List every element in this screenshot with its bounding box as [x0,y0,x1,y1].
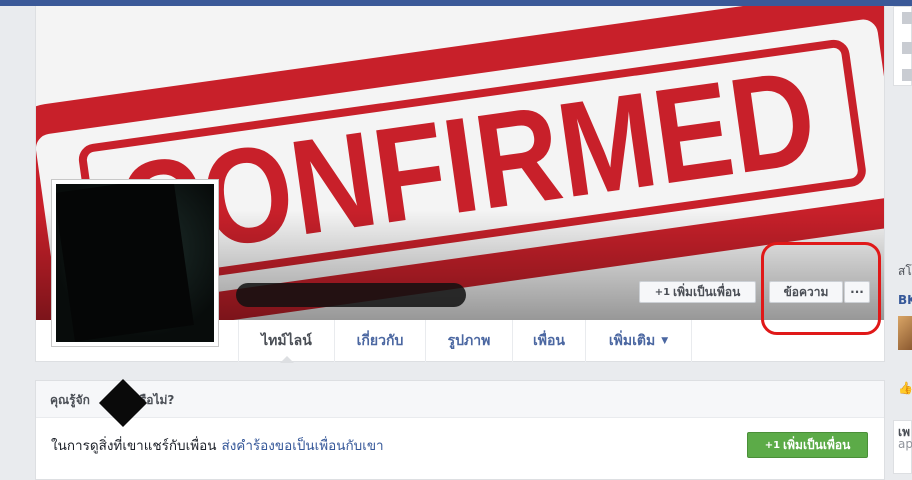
profile-header-card: CONFIRMED +1 เพิ่มเป็นเพื่อน ข้อความ ···… [35,6,885,363]
title-prefix: คุณรู้จัก [50,393,90,407]
tab-label: ไทม์ไลน์ [261,333,312,349]
like-thumb-icon[interactable]: 👍 [898,381,912,395]
profile-image [56,184,214,342]
add-friend-icon: +1 [764,439,781,451]
right-top-box [893,6,912,86]
tab-label: เพื่อน [533,333,565,349]
add-friend-label: เพิ่มเป็นเพื่อน [783,437,851,452]
profile-name-redacted [236,283,466,307]
add-friend-label: เพิ่มเป็นเพื่อน [673,284,741,299]
right-label: สโ [898,264,912,278]
friend-request-prompt: ในการดูสิ่งที่เขาแชร์กับเพื่อน ส่งคำร้องข… [51,434,384,456]
add-friend-icon: +1 [654,286,671,298]
tab-timeline[interactable]: ไทม์ไลน์ [238,320,334,363]
profile-tabs: ไทม์ไลน์ เกี่ยวกับ รูปภาพ เพื่อน เพิ่มเต… [238,320,692,363]
tab-photos[interactable]: รูปภาพ [425,320,512,362]
right-mini-block [902,12,912,24]
add-friend-button[interactable]: +1 เพิ่มเป็นเพื่อน [639,281,756,303]
name-redaction [98,378,148,428]
do-you-know-card: คุณรู้จัก หรือไม่? ในการดูสิ่งที่เขาแชร์ก… [35,378,885,480]
profile-image-redaction [56,184,194,342]
active-tab-caret [279,356,294,363]
add-friend-green-button[interactable]: +1 เพิ่มเป็นเพื่อน [747,432,868,458]
right-label[interactable]: BK [898,293,912,307]
right-card: เพ ap [893,420,912,474]
tab-friends[interactable]: เพื่อน [512,320,585,362]
tab-label: รูปภาพ [447,333,491,349]
tab-more[interactable]: เพิ่มเติม ▼ [585,320,692,362]
tab-label: เพิ่มเติม [608,333,656,349]
right-sidebar: สโ BK 👍 เพ ap [893,0,912,474]
profile-picture[interactable] [51,179,219,347]
send-request-link[interactable]: ส่งคำร้องขอเป็นเพื่อนกับเขา [221,438,383,454]
chevron-down-icon: ▼ [661,336,669,346]
right-mini-block [902,69,912,81]
right-thumbnail[interactable] [898,316,912,350]
red-highlight-circle [761,242,881,335]
tab-about[interactable]: เกี่ยวกับ [334,320,425,362]
right-label: ap [898,437,912,451]
right-mini-block [902,42,912,54]
tab-label: เกี่ยวกับ [356,333,404,349]
do-you-know-header: คุณรู้จัก หรือไม่? [36,378,884,428]
prompt-text: ในการดูสิ่งที่เขาแชร์กับเพื่อน [51,438,217,454]
